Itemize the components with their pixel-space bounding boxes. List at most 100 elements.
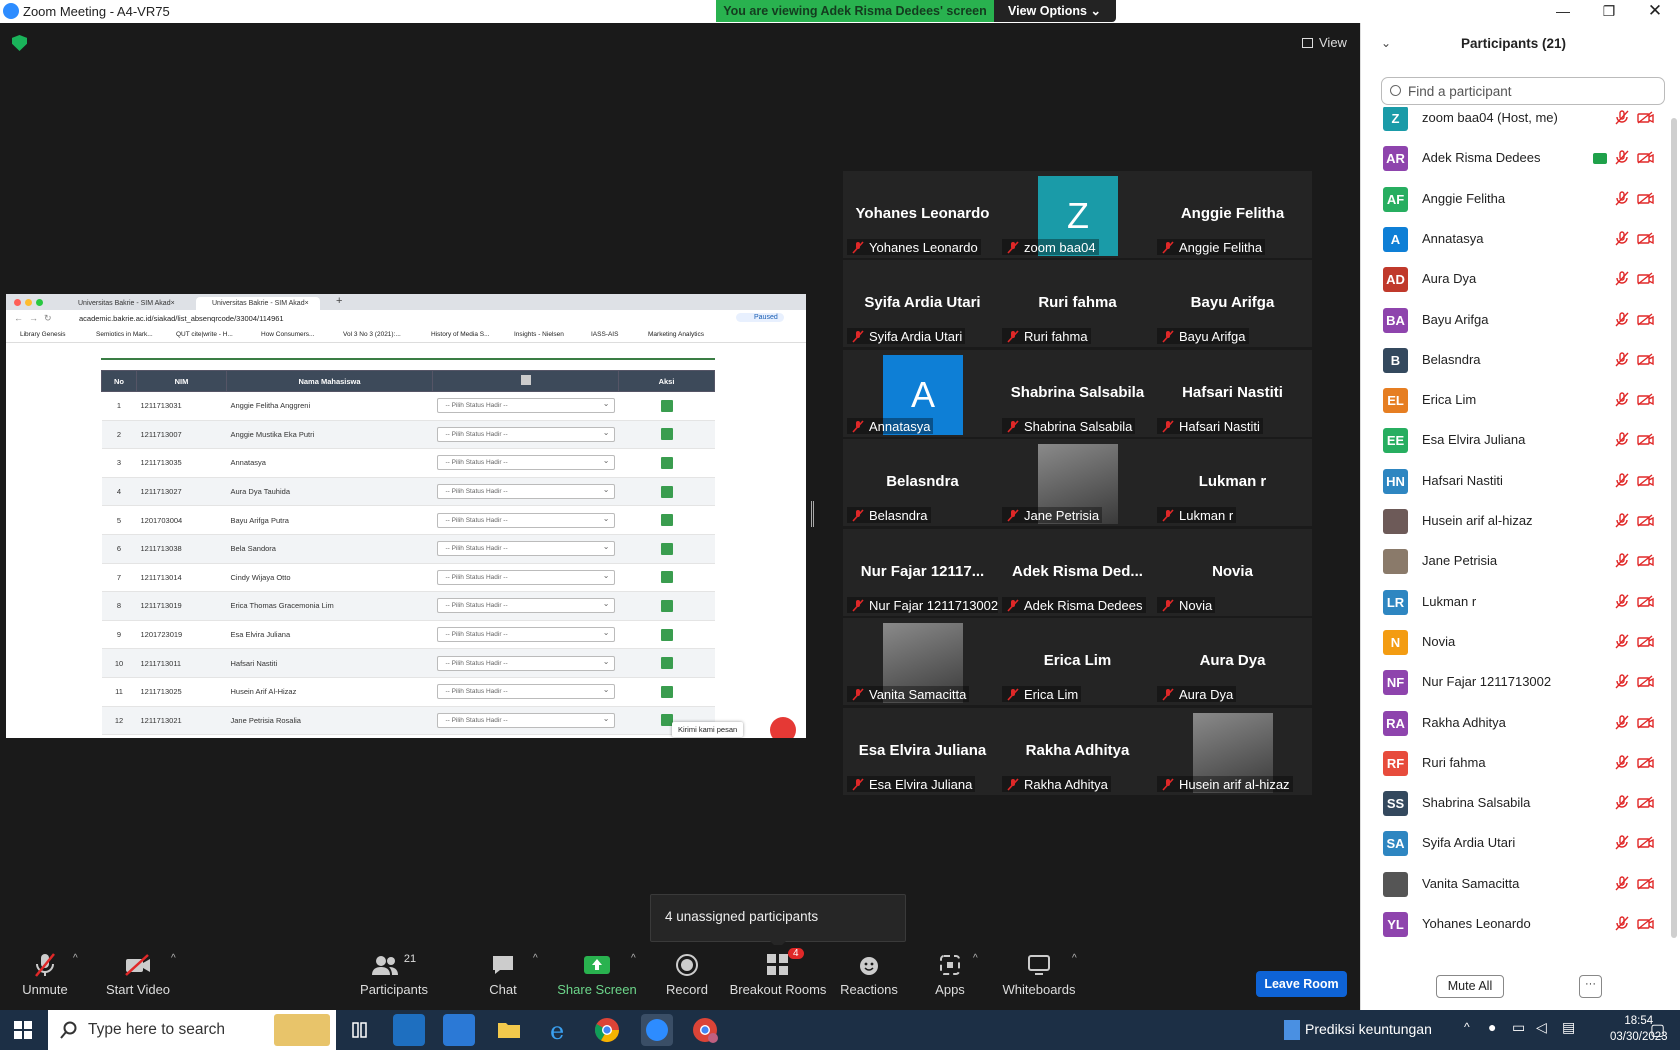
participant-row[interactable]: SS Shabrina Salsabila <box>1361 783 1671 824</box>
action-icon[interactable] <box>660 485 673 498</box>
video-tile[interactable]: Lukman r Lukman r <box>1153 439 1312 526</box>
video-off-icon[interactable] <box>1637 192 1654 205</box>
participant-row[interactable]: AD Aura Dya <box>1361 259 1671 300</box>
muted-mic-icon[interactable] <box>1615 916 1629 931</box>
internet-explorer-icon[interactable]: e <box>543 1014 575 1046</box>
more-options-button[interactable]: ··· <box>1579 975 1602 998</box>
participant-row[interactable]: AF Anggie Felitha <box>1361 179 1671 220</box>
video-off-icon[interactable] <box>1637 232 1654 245</box>
status-select[interactable]: -- Pilih Status Hadir -- <box>436 512 615 528</box>
action-icon[interactable] <box>660 571 673 584</box>
news-widget-icon[interactable] <box>1284 1020 1300 1040</box>
profile-paused-badge[interactable]: Paused <box>736 313 784 322</box>
browser-tab-active[interactable]: Universitas Bakrie - SIM Akad× <box>196 297 320 310</box>
video-off-icon[interactable] <box>1637 595 1654 608</box>
participant-row[interactable]: RA Rakha Adhitya <box>1361 703 1671 744</box>
action-icon[interactable] <box>660 514 673 527</box>
muted-mic-icon[interactable] <box>1615 634 1629 649</box>
bookmark[interactable]: IASS-AIS <box>591 331 618 338</box>
record-button[interactable]: Record <box>642 951 732 997</box>
video-tile[interactable]: A Annatasya <box>843 350 1002 437</box>
video-tile[interactable]: Ruri fahma Ruri fahma <box>998 260 1157 347</box>
video-tile[interactable]: Belasndra Belasndra <box>843 439 1002 526</box>
muted-mic-icon[interactable] <box>1615 271 1629 286</box>
video-off-icon[interactable] <box>1637 433 1654 446</box>
participant-row[interactable]: Vanita Samacitta <box>1361 864 1671 905</box>
file-explorer-icon[interactable] <box>493 1014 525 1046</box>
muted-mic-icon[interactable] <box>1615 150 1629 165</box>
video-off-icon[interactable] <box>1637 836 1654 849</box>
close-button[interactable]: ✕ <box>1632 0 1678 23</box>
resize-splitter[interactable] <box>811 501 814 527</box>
muted-mic-icon[interactable] <box>1615 352 1629 367</box>
video-tile[interactable]: Novia Novia <box>1153 529 1312 616</box>
share-screen-button[interactable]: Share Screen <box>552 951 642 997</box>
bookmark[interactable]: Insights - Nielsen <box>514 331 564 338</box>
participant-row[interactable]: EE Esa Elvira Juliana <box>1361 420 1671 461</box>
participants-button[interactable]: 21 Participants <box>349 951 439 997</box>
minimize-button[interactable]: — <box>1540 0 1586 23</box>
muted-mic-icon[interactable] <box>1615 553 1629 568</box>
select-all-checkbox[interactable] <box>520 375 531 385</box>
participant-row[interactable]: LR Lukman r <box>1361 582 1671 623</box>
chrome-profile-icon[interactable] <box>689 1014 721 1046</box>
action-icon[interactable] <box>660 657 673 670</box>
video-off-icon[interactable] <box>1637 111 1654 124</box>
restore-button[interactable]: ❐ <box>1586 0 1632 23</box>
muted-mic-icon[interactable] <box>1615 714 1629 730</box>
bookmark[interactable]: How Consumers... <box>261 331 314 338</box>
video-off-icon[interactable] <box>1637 474 1654 487</box>
participant-row[interactable]: NF Nur Fajar 1211713002 <box>1361 662 1671 703</box>
muted-mic-icon[interactable] <box>1615 674 1629 689</box>
action-icon[interactable] <box>660 685 673 698</box>
action-icon[interactable] <box>660 599 673 612</box>
browser-tab[interactable]: Universitas Bakrie - SIM Akad× <box>62 297 186 310</box>
notifications-icon[interactable]: ▢ <box>1650 1020 1665 1040</box>
column-header-checkbox[interactable] <box>432 370 619 392</box>
action-icon[interactable] <box>660 628 673 641</box>
status-select[interactable]: -- Pilih Status Hadir -- <box>436 712 615 728</box>
video-tile[interactable]: Nur Fajar 12117... Nur Fajar 1211713002 <box>843 529 1002 616</box>
status-select[interactable]: -- Pilih Status Hadir -- <box>436 454 615 471</box>
bookmark[interactable]: Marketing Analytics <box>648 331 704 338</box>
bookmark[interactable]: Library Genesis <box>20 331 66 338</box>
browser-nav-icons[interactable]: ←→↻ <box>14 313 58 324</box>
status-select[interactable]: -- Pilih Status Hadir -- <box>436 540 615 557</box>
video-off-icon[interactable] <box>1637 877 1654 890</box>
video-tile[interactable]: Husein arif al-hizaz <box>1153 708 1312 795</box>
participant-row[interactable]: N Novia <box>1361 622 1671 663</box>
muted-mic-icon[interactable] <box>1615 432 1629 447</box>
action-icon[interactable] <box>660 456 673 469</box>
muted-mic-icon[interactable] <box>1615 795 1629 810</box>
action-icon[interactable] <box>660 714 673 727</box>
shared-screen[interactable]: Universitas Bakrie - SIM Akad× Universit… <box>6 294 806 738</box>
muted-mic-icon[interactable] <box>1615 311 1629 327</box>
video-tile[interactable]: Aura Dya Aura Dya <box>1153 618 1312 705</box>
status-select[interactable]: -- Pilih Status Hadir -- <box>436 426 615 442</box>
muted-mic-icon[interactable] <box>1615 835 1629 850</box>
view-options-button[interactable]: View Options ⌄ <box>994 0 1116 22</box>
status-select[interactable]: -- Pilih Status Hadir -- <box>436 397 615 414</box>
whiteboards-button[interactable]: Whiteboards <box>994 951 1084 997</box>
muted-mic-icon[interactable] <box>1615 110 1629 125</box>
video-tile[interactable]: Bayu Arifga Bayu Arifga <box>1153 260 1312 347</box>
status-select[interactable]: -- Pilih Status Hadir -- <box>436 683 615 700</box>
video-tile[interactable]: Hafsari Nastiti Hafsari Nastiti <box>1153 350 1312 437</box>
apps-options-caret-icon[interactable]: ^ <box>973 953 978 964</box>
chat-options-caret-icon[interactable]: ^ <box>533 953 538 964</box>
bookmark[interactable]: Vol 3 No 3 (2021):... <box>343 331 401 338</box>
video-off-icon[interactable] <box>1637 715 1654 729</box>
video-tile[interactable]: Zzoom baa04 <box>998 171 1157 258</box>
action-icon[interactable] <box>660 542 673 555</box>
participant-row[interactable]: SA Syifa Ardia Utari <box>1361 823 1671 864</box>
video-tile[interactable]: Syifa Ardia Utari Syifa Ardia Utari <box>843 260 1002 347</box>
video-off-icon[interactable] <box>1637 796 1654 809</box>
zoom-taskbar-icon[interactable] <box>641 1014 673 1046</box>
video-tile[interactable]: Anggie Felitha Anggie Felitha <box>1153 171 1312 258</box>
video-off-icon[interactable] <box>1637 675 1654 688</box>
participant-row[interactable]: EL Erica Lim <box>1361 380 1671 421</box>
video-off-icon[interactable] <box>1637 917 1654 930</box>
share-options-caret-icon[interactable]: ^ <box>631 953 636 964</box>
breakout-rooms-button[interactable]: 4 Breakout Rooms <box>730 948 826 997</box>
video-off-icon[interactable] <box>1637 151 1654 164</box>
